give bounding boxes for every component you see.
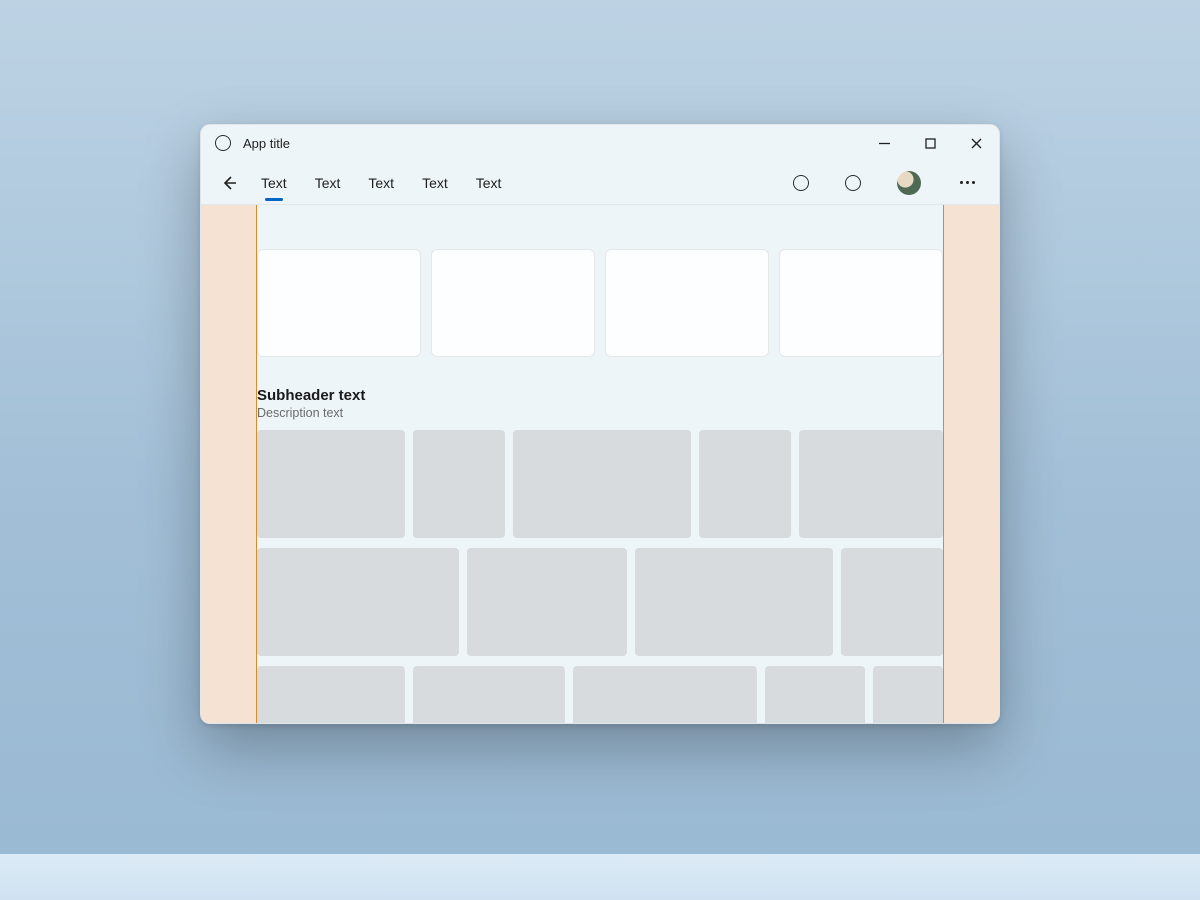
avatar[interactable] xyxy=(897,171,921,195)
more-button[interactable] xyxy=(957,181,977,184)
more-dots-icon xyxy=(960,181,963,184)
app-title: App title xyxy=(243,136,290,151)
subheader-text: Subheader text xyxy=(257,387,943,404)
gallery-tile[interactable] xyxy=(765,666,865,724)
design-margin-right xyxy=(943,205,999,724)
gallery-tile[interactable] xyxy=(841,548,943,656)
close-icon xyxy=(971,138,982,149)
gallery-tile[interactable] xyxy=(257,430,405,538)
gallery-tile[interactable] xyxy=(699,430,791,538)
card-item[interactable] xyxy=(257,249,421,357)
tab-strip: Text Text Text Text Text xyxy=(261,171,501,195)
back-button[interactable] xyxy=(215,169,243,197)
card-row xyxy=(257,249,943,357)
maximize-icon xyxy=(925,138,936,149)
tab-3[interactable]: Text xyxy=(368,171,394,195)
gallery-tile[interactable] xyxy=(573,666,757,724)
gallery-tile[interactable] xyxy=(413,666,565,724)
content-area: Subheader text Description text xyxy=(201,205,999,724)
minimize-icon xyxy=(879,138,890,149)
app-icon xyxy=(215,135,231,151)
tab-2[interactable]: Text xyxy=(315,171,341,195)
gallery-tile[interactable] xyxy=(873,666,943,724)
back-arrow-icon xyxy=(221,175,237,191)
taskbar xyxy=(0,854,1200,900)
gallery-tile[interactable] xyxy=(799,430,943,538)
gallery-tile[interactable] xyxy=(513,430,691,538)
action-icon-1[interactable] xyxy=(793,175,809,191)
gallery-tile[interactable] xyxy=(635,548,833,656)
minimize-button[interactable] xyxy=(861,125,907,161)
card-item[interactable] xyxy=(431,249,595,357)
gallery-tile[interactable] xyxy=(257,666,405,724)
gallery-tile[interactable] xyxy=(257,548,459,656)
gallery-row xyxy=(257,666,943,724)
toolbar-actions xyxy=(793,171,999,195)
gallery-row xyxy=(257,430,943,538)
maximize-button[interactable] xyxy=(907,125,953,161)
card-item[interactable] xyxy=(779,249,943,357)
close-button[interactable] xyxy=(953,125,999,161)
section-header: Subheader text Description text xyxy=(257,387,943,420)
content-inner: Subheader text Description text xyxy=(257,205,943,724)
gallery-row xyxy=(257,548,943,656)
window-controls xyxy=(861,125,999,161)
description-text: Description text xyxy=(257,406,943,420)
gallery-tile[interactable] xyxy=(413,430,505,538)
titlebar: App title xyxy=(201,125,999,161)
action-icon-2[interactable] xyxy=(845,175,861,191)
tab-4[interactable]: Text xyxy=(422,171,448,195)
design-margin-left xyxy=(201,205,257,724)
tab-5[interactable]: Text xyxy=(476,171,502,195)
card-item[interactable] xyxy=(605,249,769,357)
tab-1[interactable]: Text xyxy=(261,171,287,195)
app-window: App title Text Text Text Text Text xyxy=(200,124,1000,724)
gallery-tile[interactable] xyxy=(467,548,627,656)
nav-row: Text Text Text Text Text xyxy=(201,161,999,205)
